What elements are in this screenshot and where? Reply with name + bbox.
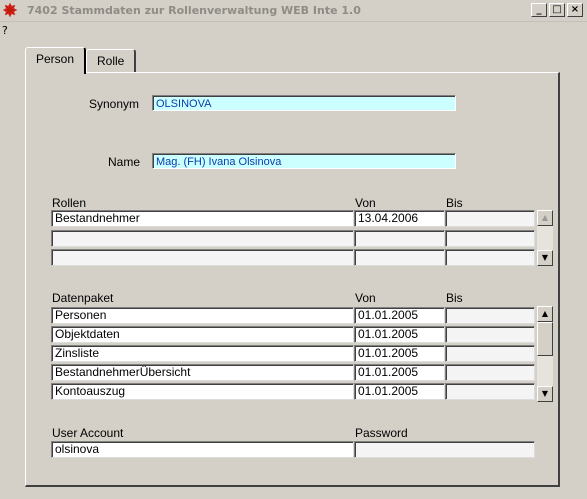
scroll-up-icon[interactable]: ▲ bbox=[537, 306, 553, 322]
name-field[interactable]: Mag. (FH) Ivana Olsinova bbox=[152, 153, 456, 169]
scroll-thumb[interactable] bbox=[537, 322, 553, 356]
rollen-von-cell[interactable] bbox=[354, 230, 445, 247]
rollen-von-header: Von bbox=[355, 196, 376, 210]
close-button[interactable]: × bbox=[567, 3, 583, 17]
window-title: 7402 Stammdaten zur Rollenverwaltung WEB… bbox=[27, 4, 361, 17]
rollen-name-cell[interactable] bbox=[51, 230, 354, 247]
rollen-bis-cell[interactable] bbox=[445, 230, 535, 247]
datenpaket-von-cell[interactable]: 01.01.2005 bbox=[354, 364, 445, 381]
datenpaket-bis-cell[interactable] bbox=[445, 326, 535, 343]
rollen-scrollbar[interactable]: ▲ ▼ bbox=[537, 210, 553, 266]
rollen-bis-header: Bis bbox=[446, 196, 463, 210]
user-account-field[interactable]: olsinova bbox=[51, 441, 354, 458]
rollen-bis-cell[interactable] bbox=[445, 210, 535, 227]
datenpaket-von-header: Von bbox=[355, 291, 376, 305]
maximize-button[interactable]: □ bbox=[549, 3, 565, 17]
app-icon bbox=[3, 3, 17, 17]
datenpaket-bis-cell[interactable] bbox=[445, 307, 535, 324]
datenpaket-von-cell[interactable]: 01.01.2005 bbox=[354, 326, 445, 343]
rollen-name-cell[interactable] bbox=[51, 249, 354, 266]
scroll-up-icon[interactable]: ▲ bbox=[537, 210, 553, 226]
rollen-name-cell[interactable]: Bestandnehmer bbox=[51, 210, 354, 227]
synonym-field[interactable]: OLSINOVA bbox=[152, 95, 456, 111]
menu-bar: ? bbox=[0, 22, 587, 40]
rollen-von-cell[interactable]: 13.04.2006 bbox=[354, 210, 445, 227]
rollen-header: Rollen bbox=[52, 196, 87, 210]
title-bar: 7402 Stammdaten zur Rollenverwaltung WEB… bbox=[0, 0, 587, 22]
datenpaket-von-cell[interactable]: 01.01.2005 bbox=[354, 345, 445, 362]
datenpaket-name-cell[interactable]: Personen bbox=[51, 307, 354, 324]
user-account-label: User Account bbox=[52, 426, 124, 440]
tab-person[interactable]: Person bbox=[25, 47, 87, 74]
rollen-von-cell[interactable] bbox=[354, 249, 445, 266]
datenpaket-bis-cell[interactable] bbox=[445, 345, 535, 362]
datenpaket-name-cell[interactable]: Kontoauszug bbox=[51, 383, 354, 400]
name-label: Name bbox=[108, 155, 141, 169]
password-label: Password bbox=[355, 426, 408, 440]
datenpaket-bis-cell[interactable] bbox=[445, 364, 535, 381]
datenpaket-name-cell[interactable]: Zinsliste bbox=[51, 345, 354, 362]
person-panel bbox=[25, 72, 560, 487]
datenpaket-bis-cell[interactable] bbox=[445, 383, 535, 400]
datenpaket-header: Datenpaket bbox=[52, 291, 114, 305]
datenpaket-von-cell[interactable]: 01.01.2005 bbox=[354, 307, 445, 324]
tab-rolle[interactable]: Rolle bbox=[86, 49, 137, 72]
datenpaket-von-cell[interactable]: 01.01.2005 bbox=[354, 383, 445, 400]
minimize-button[interactable]: _ bbox=[531, 3, 547, 17]
datenpaket-bis-header: Bis bbox=[446, 291, 463, 305]
datenpaket-name-cell[interactable]: Objektdaten bbox=[51, 326, 354, 343]
scroll-down-icon[interactable]: ▼ bbox=[537, 250, 553, 266]
synonym-label: Synonym bbox=[89, 97, 140, 111]
menu-help[interactable]: ? bbox=[2, 24, 8, 37]
datenpaket-name-cell[interactable]: BestandnehmerÜbersicht bbox=[51, 364, 354, 381]
password-field[interactable] bbox=[354, 441, 535, 458]
rollen-bis-cell[interactable] bbox=[445, 249, 535, 266]
datenpaket-scrollbar[interactable]: ▲ ▼ bbox=[537, 306, 553, 402]
scroll-down-icon[interactable]: ▼ bbox=[537, 386, 553, 402]
